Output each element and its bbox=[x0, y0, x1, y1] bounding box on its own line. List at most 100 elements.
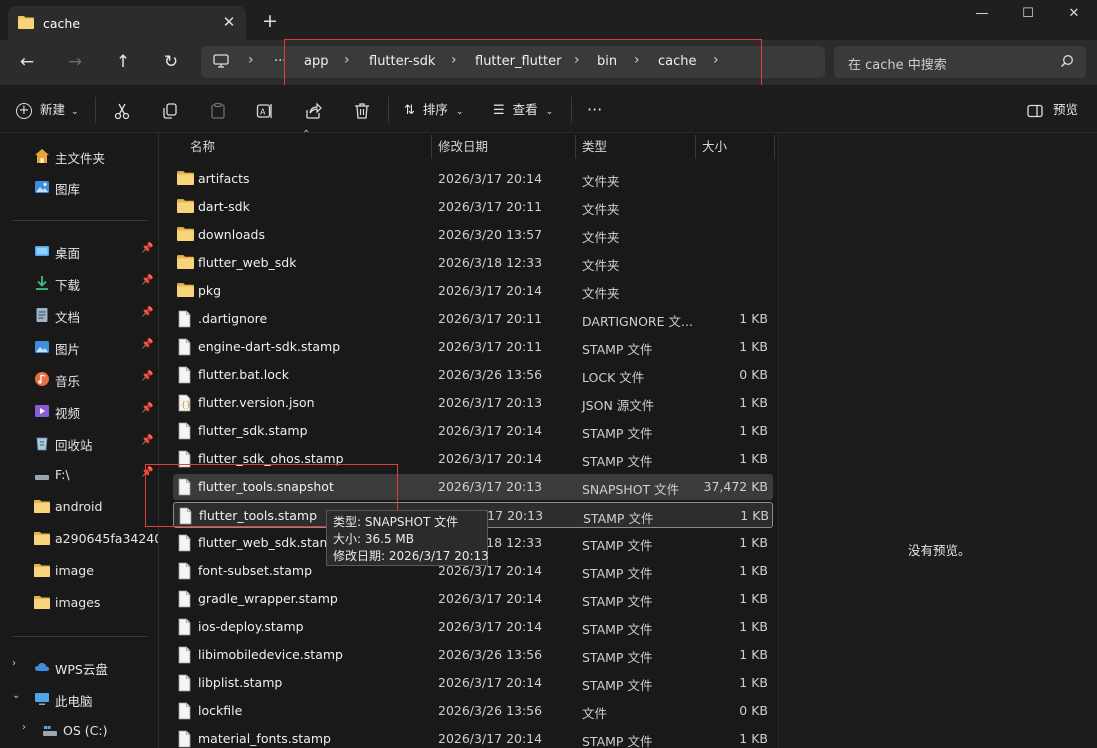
chevron-down-icon[interactable]: ⌄ bbox=[12, 690, 20, 701]
column-header-size[interactable]: 大小 bbox=[702, 133, 727, 161]
toolbar-divider bbox=[571, 97, 572, 123]
file-row[interactable]: gradle_wrapper.stamp 2026/3/17 20:14 STAMP… bbox=[173, 586, 773, 612]
sidebar-item-images[interactable]: images bbox=[0, 589, 158, 617]
file-name: font-subset.stamp bbox=[198, 563, 313, 578]
tooltip-date: 修改日期: 2026/3/17 20:13 bbox=[333, 549, 489, 563]
file-type: STAMP 文件 bbox=[582, 734, 653, 748]
sidebar-item-music[interactable]: 音乐 📌 bbox=[0, 365, 158, 393]
home-icon bbox=[34, 148, 50, 164]
pin-icon[interactable]: 📌 bbox=[141, 243, 153, 254]
file-type: STAMP 文件 bbox=[582, 650, 653, 665]
file-row[interactable]: libimobiledevice.stamp 2026/3/26 13:56 STA… bbox=[173, 642, 773, 668]
new-label: 新建 bbox=[39, 102, 65, 117]
search-input[interactable]: 在 cache 中搜索 bbox=[834, 46, 1086, 78]
file-row[interactable]: dart-sdk 2026/3/17 20:11 文件夹 bbox=[173, 194, 773, 220]
sidebar-item-pictures[interactable]: 图片 📌 bbox=[0, 333, 158, 361]
file-row[interactable]: ios-deploy.stamp 2026/3/17 20:14 STAMP 文件 1… bbox=[173, 614, 773, 640]
maximize-button[interactable]: ☐ bbox=[1005, 0, 1051, 30]
search-icon bbox=[1060, 54, 1074, 71]
column-header-type[interactable]: 类型 bbox=[582, 133, 607, 161]
column-header-date[interactable]: 修改日期 bbox=[438, 133, 488, 161]
file-row[interactable]: lockfile 2026/3/26 13:56 文件 0 KB bbox=[173, 698, 773, 724]
file-row[interactable]: {} flutter.version.json 2026/3/17 20:13 JSO… bbox=[173, 390, 773, 416]
sidebar-item-recycle-bin[interactable]: 回收站 📌 bbox=[0, 429, 158, 457]
file-row[interactable]: .dartignore 2026/3/17 20:11 DARTIGNORE 文..… bbox=[173, 306, 773, 332]
pin-icon[interactable]: 📌 bbox=[141, 307, 153, 318]
pin-icon[interactable]: 📌 bbox=[141, 435, 153, 446]
file-size: 1 KB bbox=[739, 731, 768, 746]
sidebar-item-label: 主文件夹 bbox=[55, 151, 106, 166]
back-button[interactable]: ← bbox=[12, 50, 42, 76]
computer-icon bbox=[213, 54, 229, 72]
preview-label: 预览 bbox=[1052, 102, 1078, 117]
sidebar-item-drive-f[interactable]: F:\ 📌 bbox=[0, 461, 158, 489]
share-button[interactable] bbox=[304, 97, 322, 123]
sidebar-item-wps-cloud[interactable]: › WPS云盘 bbox=[0, 653, 158, 681]
chevron-right-icon[interactable]: › bbox=[22, 722, 26, 733]
pin-icon[interactable]: 📌 bbox=[141, 371, 153, 382]
pin-icon[interactable]: 📌 bbox=[141, 339, 153, 350]
sidebar-item-home[interactable]: 主文件夹 bbox=[0, 142, 158, 170]
file-row[interactable]: flutter_sdk.stamp 2026/3/17 20:14 STAMP 文件… bbox=[173, 418, 773, 444]
sidebar-item-gallery[interactable]: 图库 bbox=[0, 173, 158, 201]
sidebar-item-desktop[interactable]: 桌面 📌 bbox=[0, 237, 158, 265]
file-row[interactable]: flutter.bat.lock 2026/3/26 13:56 LOCK 文件 0 … bbox=[173, 362, 773, 388]
cut-button[interactable] bbox=[113, 97, 131, 123]
file-name: .dartignore bbox=[198, 311, 268, 326]
pin-icon[interactable]: 📌 bbox=[141, 275, 153, 286]
refresh-button[interactable]: ↻ bbox=[156, 50, 186, 76]
sidebar-item-os-c[interactable]: › OS (C:) bbox=[0, 717, 158, 745]
sidebar-item-this-pc[interactable]: ⌄ 此电脑 bbox=[0, 685, 158, 713]
new-button[interactable]: + 新建 ⌄ bbox=[16, 97, 79, 123]
column-header-name[interactable]: 名称 bbox=[190, 133, 215, 161]
file-row[interactable]: material_fonts.stamp 2026/3/17 20:14 STAMP… bbox=[173, 726, 773, 748]
this-pc-icon bbox=[34, 691, 50, 707]
sidebar-item-label: 图库 bbox=[55, 182, 81, 197]
rename-icon: A bbox=[256, 103, 272, 118]
file-icon bbox=[177, 422, 195, 440]
file-row[interactable]: artifacts 2026/3/17 20:14 文件夹 bbox=[173, 166, 773, 192]
file-row[interactable]: downloads 2026/3/20 13:57 文件夹 bbox=[173, 222, 773, 248]
up-button[interactable]: ↑ bbox=[108, 50, 138, 76]
folder-icon bbox=[34, 563, 50, 579]
column-divider[interactable] bbox=[695, 135, 696, 159]
sidebar-item-label: F:\ bbox=[55, 467, 70, 482]
file-size: 1 KB bbox=[739, 423, 768, 438]
file-size: 0 KB bbox=[739, 367, 768, 382]
sidebar-item-downloads[interactable]: 下载 📌 bbox=[0, 269, 158, 297]
chevron-right-icon[interactable]: › bbox=[12, 658, 16, 669]
sidebar-item-android[interactable]: android bbox=[0, 493, 158, 521]
minimize-button[interactable]: — bbox=[959, 0, 1005, 30]
tab-close-button[interactable]: ✕ bbox=[219, 12, 239, 32]
preview-pane-button[interactable]: 预览 bbox=[1027, 97, 1078, 123]
sort-button[interactable]: ⇅ 排序 ⌄ bbox=[404, 97, 463, 123]
tab-cache[interactable]: cache ✕ bbox=[8, 6, 246, 40]
column-divider[interactable] bbox=[575, 135, 576, 159]
file-date: 2026/3/17 20:11 bbox=[438, 339, 543, 354]
forward-button[interactable]: → bbox=[60, 50, 90, 76]
pin-icon[interactable]: 📌 bbox=[141, 403, 153, 414]
file-row[interactable]: flutter_web_sdk 2026/3/18 12:33 文件夹 bbox=[173, 250, 773, 276]
sidebar-item-videos[interactable]: 视频 📌 bbox=[0, 397, 158, 425]
delete-button[interactable] bbox=[353, 97, 371, 123]
sidebar-item-a290645fa342408[interactable]: a290645fa342408 bbox=[0, 525, 170, 553]
sidebar-item-label: images bbox=[55, 595, 101, 610]
new-tab-button[interactable]: + bbox=[258, 10, 282, 34]
more-options-button[interactable]: ··· bbox=[587, 97, 602, 123]
sidebar-divider bbox=[12, 636, 148, 637]
file-row[interactable]: engine-dart-sdk.stamp 2026/3/17 20:11 STAM… bbox=[173, 334, 773, 360]
column-divider[interactable] bbox=[774, 135, 775, 159]
paste-button[interactable] bbox=[209, 97, 227, 123]
file-row[interactable]: pkg 2026/3/17 20:14 文件夹 bbox=[173, 278, 773, 304]
sidebar-item-image[interactable]: image bbox=[0, 557, 158, 585]
sidebar-item-documents[interactable]: 文档 📌 bbox=[0, 301, 158, 329]
column-divider[interactable] bbox=[431, 135, 432, 159]
rename-button[interactable]: A bbox=[256, 97, 274, 123]
file-row[interactable]: libplist.stamp 2026/3/17 20:14 STAMP 文件 1 K… bbox=[173, 670, 773, 696]
copy-button[interactable] bbox=[161, 97, 179, 123]
close-window-button[interactable]: ✕ bbox=[1051, 0, 1097, 30]
svg-text:A: A bbox=[260, 107, 266, 116]
view-button[interactable]: ☰ 查看 ⌄ bbox=[493, 97, 553, 123]
file-date: 2026/3/17 20:13 bbox=[438, 395, 543, 410]
file-icon bbox=[177, 702, 195, 720]
